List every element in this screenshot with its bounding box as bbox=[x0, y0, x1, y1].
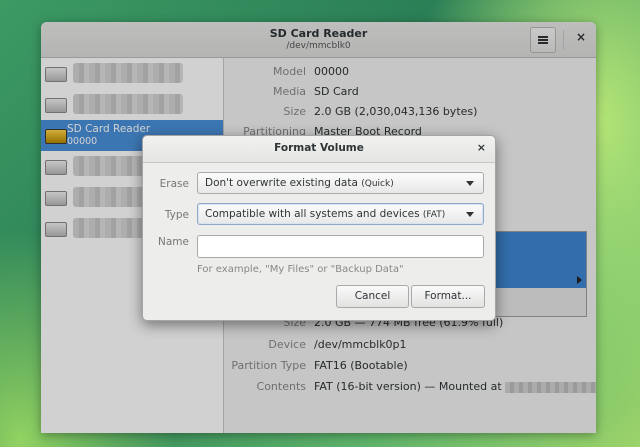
type-combo[interactable]: Compatible with all systems and devices … bbox=[197, 203, 484, 225]
dropdown-arrow-icon bbox=[466, 212, 474, 217]
dialog-title: Format Volume bbox=[274, 142, 364, 154]
type-value: Compatible with all systems and devices … bbox=[205, 208, 445, 220]
dropdown-arrow-icon bbox=[466, 181, 474, 186]
format-button[interactable]: Format... bbox=[411, 285, 485, 308]
name-input[interactable] bbox=[197, 235, 484, 258]
erase-value-text: Don't overwrite existing data bbox=[205, 177, 358, 189]
erase-value: Don't overwrite existing data (Quick) bbox=[205, 177, 394, 189]
dialog-close-button[interactable]: × bbox=[477, 141, 486, 154]
erase-combo[interactable]: Don't overwrite existing data (Quick) bbox=[197, 172, 484, 194]
type-value-suffix: (FAT) bbox=[422, 210, 446, 220]
dialog-header: Format Volume × bbox=[143, 136, 495, 163]
erase-value-suffix: (Quick) bbox=[361, 179, 394, 189]
name-label: Name bbox=[158, 236, 189, 248]
format-volume-dialog: Format Volume × Erase Don't overwrite ex… bbox=[142, 135, 496, 321]
name-hint: For example, "My Files" or "Backup Data" bbox=[197, 264, 404, 275]
cancel-button[interactable]: Cancel bbox=[336, 285, 409, 308]
erase-label: Erase bbox=[159, 178, 189, 190]
type-value-text: Compatible with all systems and devices bbox=[205, 208, 420, 220]
type-label: Type bbox=[164, 209, 189, 221]
